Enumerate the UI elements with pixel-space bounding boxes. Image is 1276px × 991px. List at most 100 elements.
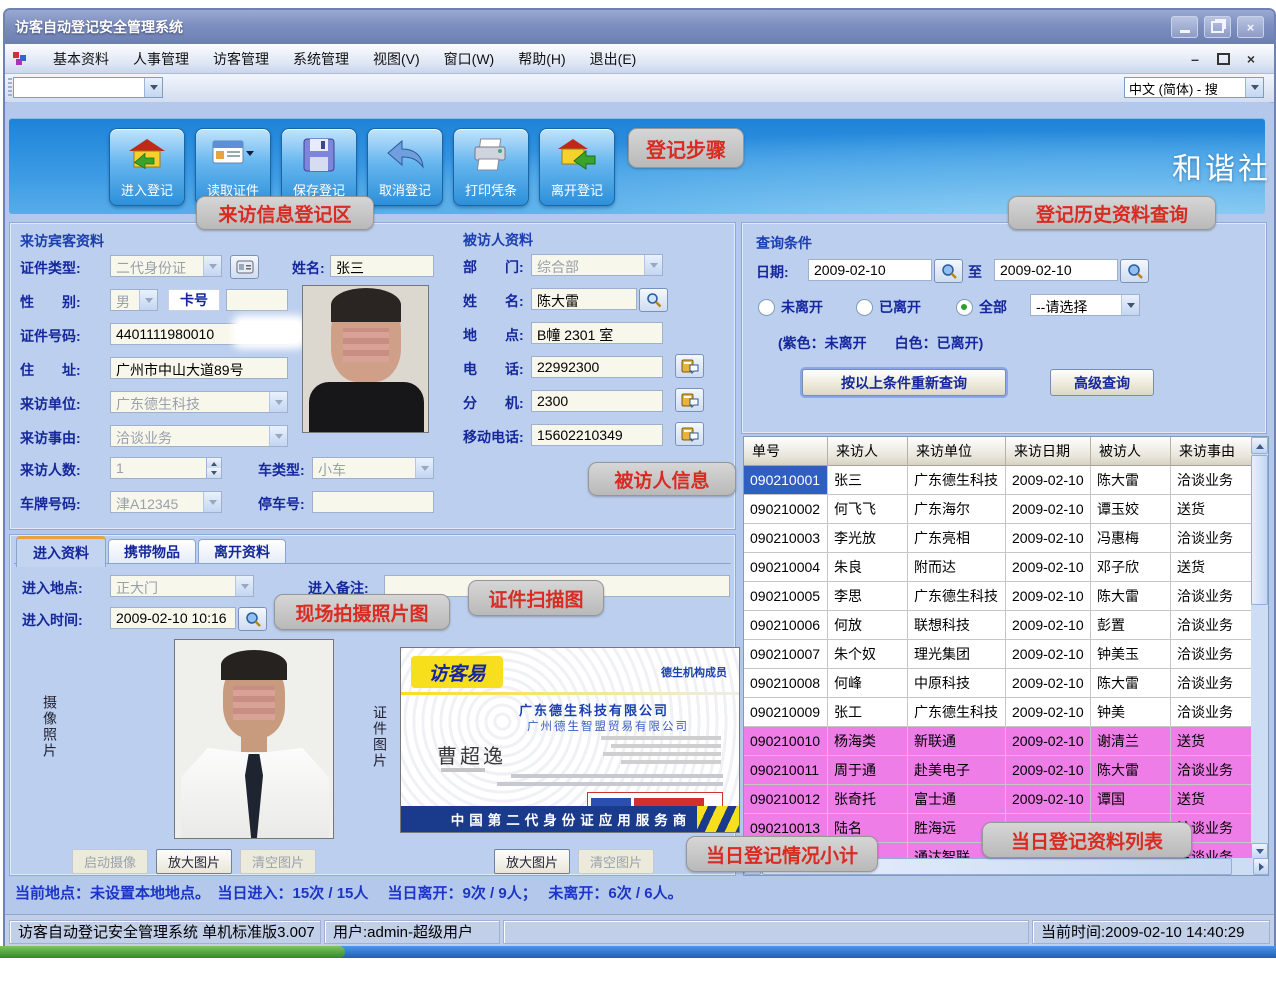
table-cell[interactable]: 洽谈业务 — [1171, 524, 1253, 553]
table-cell[interactable]: 送货 — [1171, 785, 1253, 814]
date-from-picker-button[interactable] — [934, 259, 963, 283]
table-cell[interactable]: 何峰 — [828, 669, 908, 698]
table-cell[interactable]: 洽谈业务 — [1171, 756, 1253, 785]
read-card-button[interactable]: 读取证件 — [195, 128, 271, 206]
table-cell[interactable]: 新联通 — [908, 727, 1006, 756]
zoom-card-button[interactable]: 放大图片 — [494, 849, 570, 874]
chevron-down-icon[interactable] — [415, 458, 433, 478]
mdi-restore-button[interactable] — [1214, 51, 1232, 67]
dial-phone-button[interactable] — [675, 354, 704, 378]
table-cell[interactable]: 090210012 — [744, 785, 828, 814]
gender-combobox[interactable]: 男 — [110, 289, 158, 311]
mdi-minimize-button[interactable]: – — [1186, 51, 1204, 67]
radio-icon[interactable] — [856, 299, 873, 316]
leave-register-button[interactable]: 离开登记 — [539, 128, 615, 206]
vscroll-thumb[interactable] — [1251, 455, 1268, 605]
table-cell[interactable]: 090210006 — [744, 611, 828, 640]
host-search-button[interactable] — [639, 288, 668, 312]
chevron-down-icon[interactable] — [235, 576, 253, 596]
table-cell[interactable]: 090210009 — [744, 698, 828, 727]
table-row[interactable]: 090210008何峰中原科技2009-02-10陈大雷洽谈业务 — [744, 669, 1253, 698]
table-cell[interactable]: 赴美电子 — [908, 756, 1006, 785]
cert-type-combobox[interactable]: 二代身份证 — [110, 255, 222, 277]
save-register-button[interactable]: 保存登记 — [281, 128, 357, 206]
table-cell[interactable]: 洽谈业务 — [1171, 582, 1253, 611]
minimize-button[interactable] — [1171, 16, 1198, 38]
table-cell[interactable]: 2009-02-10 — [1006, 611, 1091, 640]
table-cell[interactable]: 090210008 — [744, 669, 828, 698]
chevron-down-icon[interactable] — [269, 426, 287, 446]
table-cell[interactable]: 钟美玉 — [1091, 640, 1171, 669]
chevron-down-icon[interactable] — [139, 290, 157, 310]
date-from-field[interactable]: 2009-02-10 — [808, 259, 932, 281]
tab-carried-items[interactable]: 携带物品 — [108, 539, 196, 564]
advanced-query-button[interactable]: 高级查询 — [1050, 369, 1154, 396]
visit-company-combobox[interactable]: 广东德生科技 — [110, 391, 288, 413]
dept-combobox[interactable]: 综合部 — [531, 254, 663, 276]
table-cell[interactable]: 邓子欣 — [1091, 553, 1171, 582]
radio-not-left[interactable]: 未离开 — [758, 297, 823, 317]
restore-button[interactable] — [1204, 16, 1231, 38]
table-cell[interactable]: 何放 — [828, 611, 908, 640]
table-cell[interactable]: 2009-02-10 — [1006, 640, 1091, 669]
table-cell[interactable]: 谭玉姣 — [1091, 495, 1171, 524]
table-cell[interactable]: 广东德生科技 — [908, 466, 1006, 495]
dial-ext-button[interactable] — [675, 388, 704, 412]
table-cell[interactable]: 洽谈业务 — [1171, 466, 1253, 495]
menu-help[interactable]: 帮助(H) — [506, 45, 577, 73]
menu-hr[interactable]: 人事管理 — [121, 45, 201, 73]
table-cell[interactable]: 李光放 — [828, 524, 908, 553]
scroll-up-arrow[interactable] — [1251, 437, 1268, 454]
table-row[interactable]: 090210006何放联想科技2009-02-10彭置洽谈业务 — [744, 611, 1253, 640]
clear-card-button[interactable]: 清空图片 — [578, 849, 654, 874]
table-cell[interactable]: 2009-02-10 — [1006, 466, 1091, 495]
date-to-field[interactable]: 2009-02-10 — [994, 259, 1118, 281]
table-row[interactable]: 090210002何飞飞广东海尔2009-02-10谭玉姣送货 — [744, 495, 1253, 524]
table-cell[interactable]: 090210002 — [744, 495, 828, 524]
visitor-name-field[interactable]: 张三 — [330, 255, 434, 277]
table-cell[interactable]: 送货 — [1171, 553, 1253, 582]
zoom-photo-button[interactable]: 放大图片 — [156, 849, 232, 874]
dial-mobile-button[interactable] — [675, 422, 704, 446]
table-cell[interactable]: 朱个奴 — [828, 640, 908, 669]
close-button[interactable]: × — [1237, 16, 1264, 38]
car-type-combobox[interactable]: 小车 — [312, 457, 434, 479]
table-cell[interactable]: 送货 — [1171, 727, 1253, 756]
table-row[interactable]: 090210005李思广东德生科技2009-02-10陈大雷洽谈业务 — [744, 582, 1253, 611]
table-cell[interactable]: 富士通 — [908, 785, 1006, 814]
column-header[interactable]: 来访事由 — [1171, 437, 1253, 466]
chevron-down-icon[interactable] — [644, 255, 662, 275]
address-field[interactable]: 广州市中山大道89号 — [110, 357, 288, 379]
table-row[interactable]: 090210001张三广东德生科技2009-02-10陈大雷洽谈业务 — [744, 466, 1253, 495]
visit-reason-combobox[interactable]: 洽谈业务 — [110, 425, 288, 447]
enter-register-button[interactable]: 进入登记 — [109, 128, 185, 206]
radio-icon[interactable] — [758, 299, 775, 316]
table-cell[interactable]: 090210011 — [744, 756, 828, 785]
table-cell[interactable]: 2009-02-10 — [1006, 669, 1091, 698]
radio-left[interactable]: 已离开 — [856, 297, 921, 317]
filter-combobox[interactable]: --请选择 — [1030, 294, 1140, 316]
tab-entry-info[interactable]: 进入资料 — [16, 536, 106, 567]
table-cell[interactable]: 张工 — [828, 698, 908, 727]
table-cell[interactable]: 090210003 — [744, 524, 828, 553]
tab-leave-info[interactable]: 离开资料 — [198, 539, 286, 564]
stepper-arrows[interactable] — [206, 458, 221, 478]
host-name-field[interactable]: 陈大雷 — [531, 288, 637, 310]
table-cell[interactable]: 2009-02-10 — [1006, 582, 1091, 611]
table-cell[interactable]: 090210001 — [744, 466, 828, 495]
menu-view[interactable]: 视图(V) — [361, 45, 432, 73]
start-camera-button[interactable]: 启动摄像 — [72, 849, 148, 874]
menu-basic-data[interactable]: 基本资料 — [41, 45, 121, 73]
table-cell[interactable]: 090210010 — [744, 727, 828, 756]
table-cell[interactable]: 钟美 — [1091, 698, 1171, 727]
table-cell[interactable]: 杨海类 — [828, 727, 908, 756]
column-header[interactable]: 单号 — [744, 437, 828, 466]
table-cell[interactable]: 广东海尔 — [908, 495, 1006, 524]
table-cell[interactable]: 2009-02-10 — [1006, 756, 1091, 785]
table-cell[interactable]: 广东亮相 — [908, 524, 1006, 553]
table-cell[interactable]: 谢清兰 — [1091, 727, 1171, 756]
language-bar[interactable]: 中文 (简体) - 搜 — [1124, 77, 1264, 98]
chevron-down-icon[interactable] — [203, 256, 221, 276]
table-cell[interactable]: 陈大雷 — [1091, 466, 1171, 495]
start-button[interactable] — [0, 946, 345, 958]
